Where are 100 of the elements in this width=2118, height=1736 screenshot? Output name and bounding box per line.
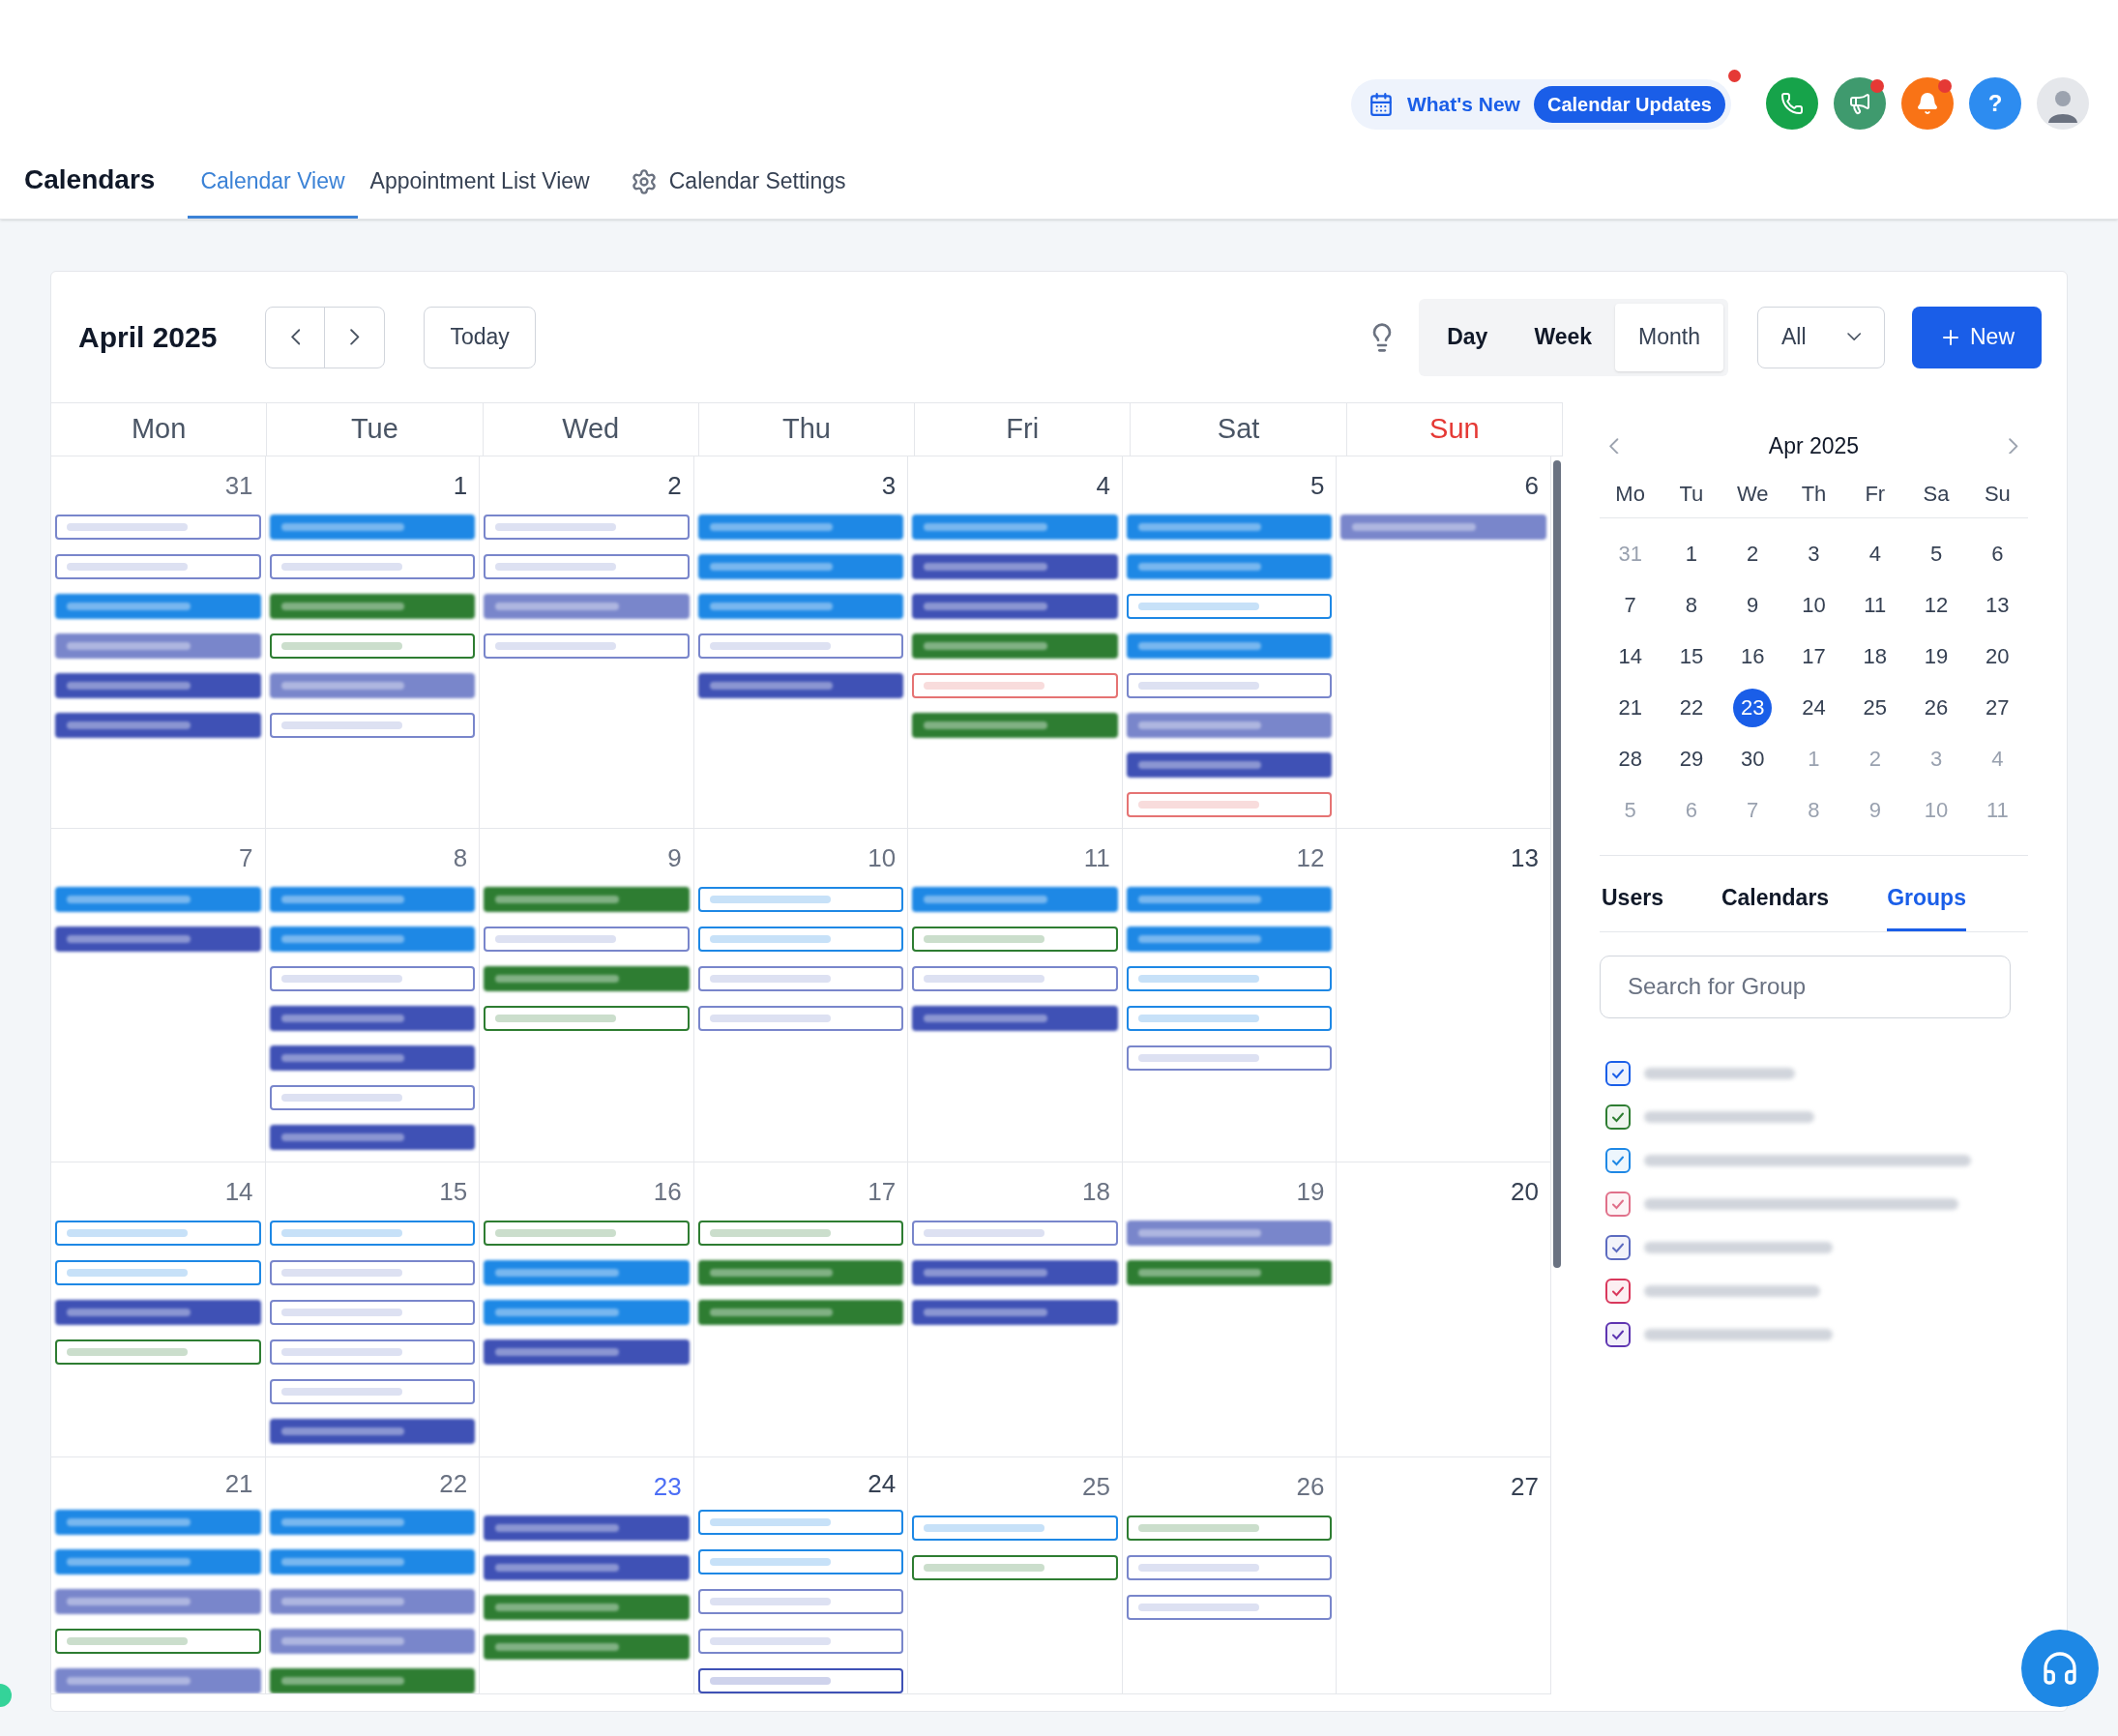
- mini-calendar-day[interactable]: 9: [1733, 585, 1773, 625]
- event-chip[interactable]: [484, 1006, 690, 1031]
- sidebar-tab[interactable]: Users: [1602, 881, 1663, 931]
- event-chip[interactable]: [697, 1510, 904, 1535]
- event-chip[interactable]: [912, 1515, 1118, 1541]
- event-chip[interactable]: [912, 1221, 1118, 1246]
- group-checkbox[interactable]: [1605, 1103, 1631, 1130]
- event-chip[interactable]: [484, 1221, 690, 1246]
- bell-button[interactable]: [1901, 77, 1954, 130]
- event-chip[interactable]: [484, 633, 690, 659]
- event-chip[interactable]: [269, 1339, 476, 1365]
- group-checkbox[interactable]: [1605, 1147, 1631, 1173]
- event-chip[interactable]: [1126, 594, 1333, 619]
- group-checkbox[interactable]: [1605, 1278, 1631, 1304]
- event-chip[interactable]: [1126, 1006, 1333, 1031]
- event-chip[interactable]: [269, 1085, 476, 1110]
- mini-calendar-day[interactable]: 2: [1733, 534, 1773, 574]
- event-chip[interactable]: [55, 1339, 261, 1365]
- event-chip[interactable]: [697, 1549, 904, 1574]
- view-tab[interactable]: Appointment List View: [357, 147, 603, 219]
- mini-calendar-day[interactable]: 5: [1917, 534, 1956, 574]
- event-chip[interactable]: [1126, 792, 1333, 817]
- mini-calendar-day[interactable]: 28: [1610, 739, 1650, 779]
- event-chip[interactable]: [1126, 1555, 1333, 1580]
- profile-button[interactable]: [2037, 77, 2089, 130]
- event-chip[interactable]: [269, 633, 476, 659]
- mini-calendar-day[interactable]: 1: [1671, 534, 1711, 574]
- sidebar-tab[interactable]: Calendars: [1721, 881, 1830, 931]
- event-chip[interactable]: [484, 515, 690, 540]
- view-option[interactable]: Month: [1615, 303, 1723, 371]
- event-chip[interactable]: [1126, 1045, 1333, 1071]
- event-chip[interactable]: [269, 1221, 476, 1246]
- event-chip[interactable]: [697, 1629, 904, 1654]
- settings-tab[interactable]: Calendar Settings: [617, 147, 859, 219]
- mini-calendar-day[interactable]: 21: [1610, 688, 1650, 727]
- mini-calendar-day[interactable]: 17: [1794, 636, 1834, 676]
- mini-calendar-day[interactable]: 3: [1794, 534, 1834, 574]
- mini-calendar-day[interactable]: 13: [1978, 585, 2017, 625]
- event-chip[interactable]: [1126, 1515, 1333, 1541]
- event-chip[interactable]: [697, 1668, 904, 1693]
- mini-calendar-day[interactable]: 27: [1978, 688, 2017, 727]
- mini-calendar-day[interactable]: 19: [1917, 636, 1956, 676]
- mini-previous-button[interactable]: [1609, 437, 1619, 455]
- mini-calendar-day[interactable]: 25: [1855, 688, 1895, 727]
- phone-button[interactable]: [1766, 77, 1818, 130]
- group-checkbox[interactable]: [1605, 1060, 1631, 1086]
- event-chip[interactable]: [484, 554, 690, 579]
- event-chip[interactable]: [55, 515, 261, 540]
- event-chip[interactable]: [697, 1006, 904, 1031]
- event-chip[interactable]: [269, 1260, 476, 1285]
- event-chip[interactable]: [697, 1221, 904, 1246]
- event-chip[interactable]: [55, 1629, 261, 1654]
- event-chip[interactable]: [1126, 966, 1333, 991]
- event-chip[interactable]: [55, 554, 261, 579]
- event-chip[interactable]: [912, 927, 1118, 952]
- mini-calendar-day[interactable]: 11: [1855, 585, 1895, 625]
- event-chip[interactable]: [269, 1300, 476, 1325]
- mini-calendar-day[interactable]: 29: [1671, 739, 1711, 779]
- mini-calendar-day[interactable]: 20: [1978, 636, 2017, 676]
- mini-calendar-day[interactable]: 24: [1794, 688, 1834, 727]
- group-checkbox[interactable]: [1605, 1234, 1631, 1260]
- event-chip[interactable]: [697, 966, 904, 991]
- view-option[interactable]: Week: [1511, 303, 1616, 371]
- group-checkbox[interactable]: [1605, 1191, 1631, 1217]
- mini-calendar-day[interactable]: 22: [1671, 688, 1711, 727]
- mini-calendar-day[interactable]: 12: [1917, 585, 1956, 625]
- group-checkbox[interactable]: [1605, 1321, 1631, 1347]
- new-button[interactable]: New: [1912, 306, 2042, 368]
- mini-calendar-day[interactable]: 18: [1855, 636, 1895, 676]
- sidebar-tab[interactable]: Groups: [1887, 881, 1966, 931]
- group-search-field[interactable]: Search for Group: [1600, 955, 2011, 1018]
- event-chip[interactable]: [697, 1589, 904, 1614]
- mini-next-button[interactable]: [2009, 437, 2018, 455]
- mini-calendar-day[interactable]: 15: [1671, 636, 1711, 676]
- mini-calendar-day[interactable]: 7: [1610, 585, 1650, 625]
- mini-calendar-day[interactable]: 4: [1855, 534, 1895, 574]
- event-chip[interactable]: [55, 1221, 261, 1246]
- event-chip[interactable]: [1126, 673, 1333, 698]
- mini-calendar-day[interactable]: 6: [1978, 534, 2017, 574]
- calendar-updates-button[interactable]: Calendar Updates: [1533, 86, 1725, 123]
- view-tab[interactable]: Calendar View: [188, 147, 358, 219]
- event-chip[interactable]: [912, 673, 1118, 698]
- mini-calendar-day[interactable]: 8: [1671, 585, 1711, 625]
- event-chip[interactable]: [912, 966, 1118, 991]
- event-chip[interactable]: [269, 966, 476, 991]
- mini-calendar-day[interactable]: 16: [1733, 636, 1773, 676]
- event-chip[interactable]: [484, 927, 690, 952]
- mini-calendar-day[interactable]: 30: [1733, 739, 1773, 779]
- event-chip[interactable]: [55, 1260, 261, 1285]
- mini-calendar-day[interactable]: 10: [1794, 585, 1834, 625]
- whats-new-banner[interactable]: What's New Calendar Updates: [1350, 79, 1731, 130]
- scrollbar-thumb[interactable]: [1553, 460, 1561, 1268]
- view-option[interactable]: Day: [1424, 303, 1512, 371]
- event-chip[interactable]: [269, 713, 476, 738]
- mini-calendar-day[interactable]: 14: [1610, 636, 1650, 676]
- megaphone-button[interactable]: [1834, 77, 1886, 130]
- mini-calendar-day[interactable]: 26: [1917, 688, 1956, 727]
- event-chip[interactable]: [697, 887, 904, 912]
- event-chip[interactable]: [269, 1379, 476, 1404]
- mini-calendar-day[interactable]: 23: [1733, 688, 1773, 727]
